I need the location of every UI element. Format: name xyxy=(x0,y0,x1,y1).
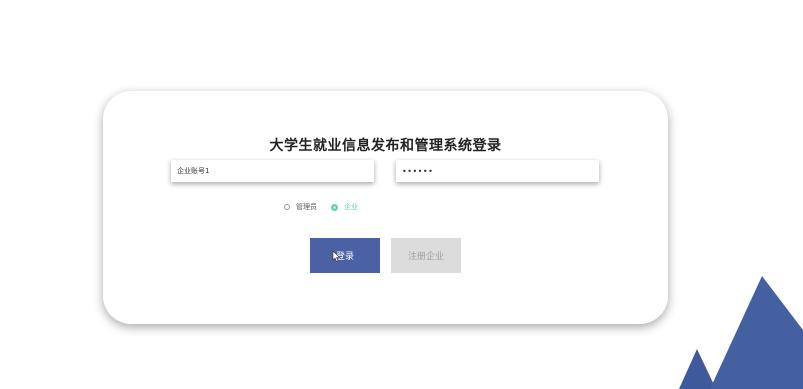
account-input[interactable]: 企业账号1 xyxy=(171,160,374,182)
role-label-admin: 管理员 xyxy=(296,203,317,211)
register-button-label: 注册企业 xyxy=(407,252,444,262)
login-card: 大学生就业信息发布和管理系统登录 企业账号1 •••••• 管理员 企业 登录 … xyxy=(103,91,668,324)
password-input[interactable]: •••••• xyxy=(396,160,599,182)
mouse-pointer-icon xyxy=(332,251,341,262)
login-page: 大学生就业信息发布和管理系统登录 企业账号1 •••••• 管理员 企业 登录 … xyxy=(0,0,803,389)
mountain-small xyxy=(679,349,716,389)
radio-circle-icon xyxy=(284,204,290,210)
role-label-enterprise: 企业 xyxy=(344,203,358,211)
mountain-large xyxy=(710,276,803,389)
login-button[interactable]: 登录 xyxy=(310,238,380,273)
password-input-value: •••••• xyxy=(402,166,434,176)
role-radio-enterprise[interactable]: 企业 xyxy=(331,202,358,212)
role-radio-group: 管理员 企业 xyxy=(284,202,372,212)
account-input-value: 企业账号1 xyxy=(177,167,210,175)
role-radio-admin[interactable]: 管理员 xyxy=(284,202,317,212)
page-title: 大学生就业信息发布和管理系统登录 xyxy=(269,138,502,154)
register-enterprise-button[interactable]: 注册企业 xyxy=(391,238,461,273)
radio-checked-icon xyxy=(331,203,338,211)
